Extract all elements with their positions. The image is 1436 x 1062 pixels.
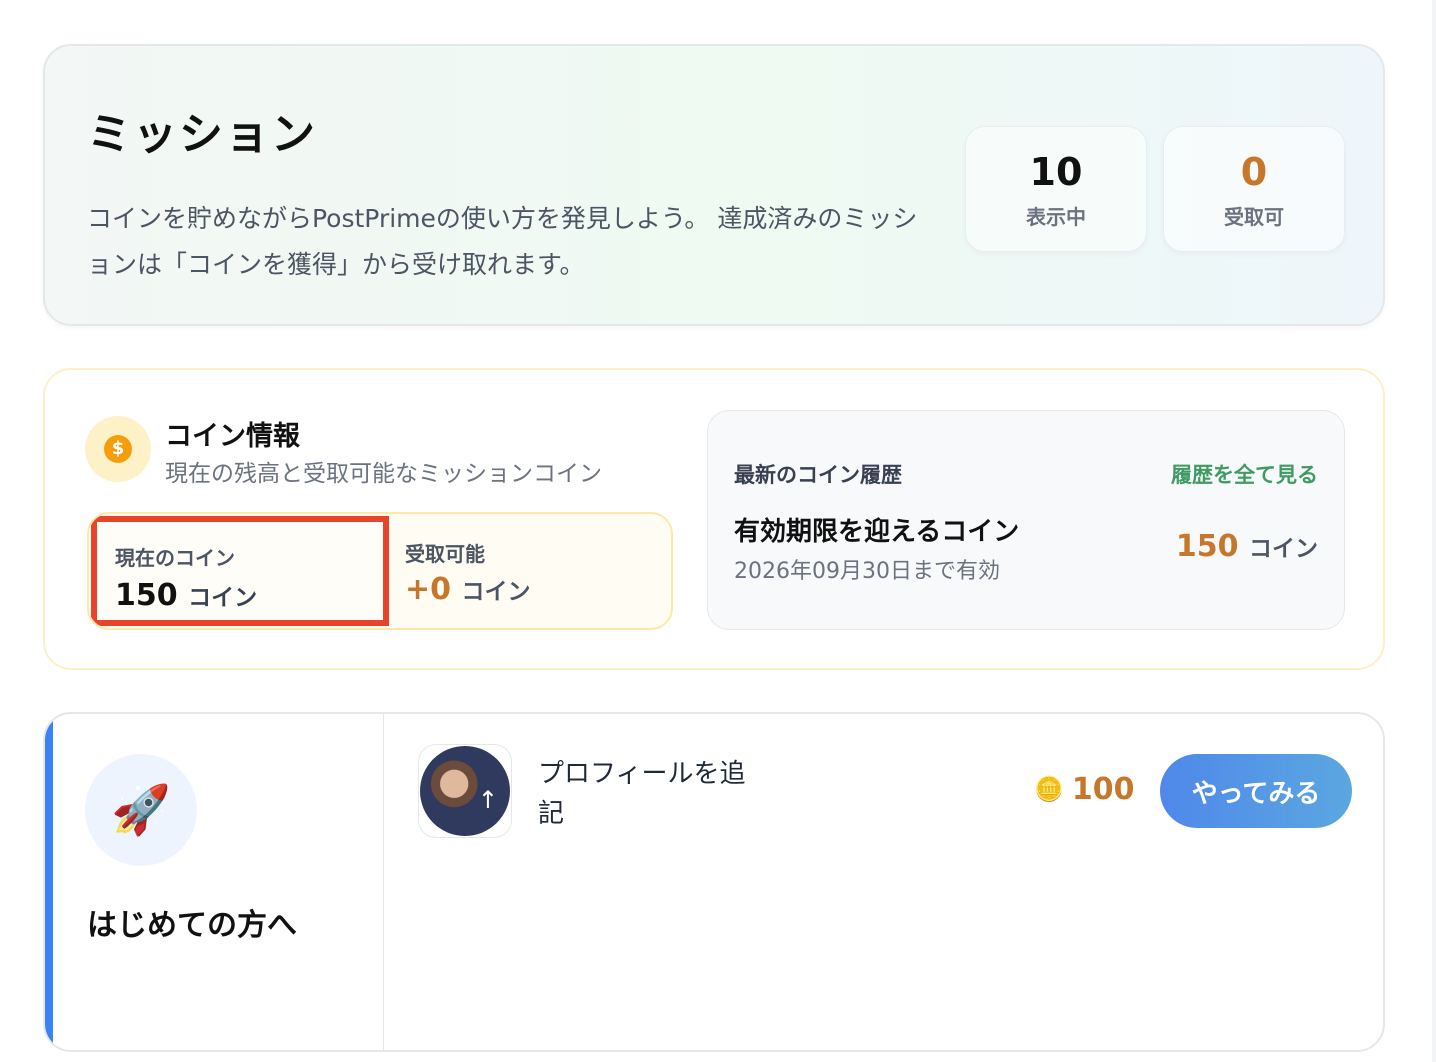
available-coin-box: 受取可能 +0 コイン [389,514,671,628]
coin-stack-icon: 🪙 [1034,775,1064,803]
expiring-coins-title: 有効期限を迎えるコイン [734,517,1020,547]
coin-icon-circle: $ [85,416,151,482]
avatar: ↑ [420,746,510,836]
dollar-coin-icon: $ [104,435,132,463]
expiring-coins-unit: コイン [1249,536,1318,562]
current-coin-label: 現在のコイン [115,546,235,570]
task-title: プロフィールを追記 [538,759,746,829]
current-coin-unit: コイン [188,585,258,611]
available-coin-value: +0 コイン [405,572,530,607]
coin-info-subtitle: 現在の残高と受取可能なミッションコイン [165,461,602,487]
mission-header-card: ミッション コインを貯めながらPostPrimeの使い方を発見しよう。 達成済み… [43,44,1385,326]
stat-claimable-label: 受取可 [1224,205,1284,229]
category-accent-bar [45,714,53,1050]
mission-task-row: ↑ プロフィールを追記 🪙 100 やってみる [384,714,1383,844]
expiring-coins-amount: 150 コイン [1176,529,1318,564]
current-coin-box: 現在のコイン 150 コイン [91,516,389,626]
expiring-coins-date: 2026年09月30日まで有効 [734,559,1000,584]
stat-displayed: 10 表示中 [965,126,1147,252]
rocket-icon: 🚀 [85,754,197,866]
page-title: ミッション [87,109,317,160]
category-panel: 🚀 はじめての方へ [53,714,384,1050]
profile-task-thumbnail: ↑ [418,744,512,838]
task-reward-value: 100 [1071,772,1135,807]
category-title: はじめての方へ [87,908,297,943]
mission-description: コインを貯めながらPostPrimeの使い方を発見しよう。 達成済みのミッション… [87,204,918,279]
view-all-history-link[interactable]: 履歴を全て見る [1171,459,1318,489]
task-reward: 🪙 100 [1034,772,1135,807]
coin-info-card: $ コイン情報 現在の残高と受取可能なミッションコイン 現在のコイン 150 コ… [43,368,1385,670]
current-coin-amount: 150 [115,578,178,613]
stat-claimable-value: 0 [1240,150,1268,194]
available-coin-unit: コイン [461,579,531,605]
available-coin-label: 受取可能 [405,542,485,566]
try-it-button[interactable]: やってみる [1160,754,1352,828]
available-coin-amount: +0 [405,572,452,607]
beginner-missions-card: 🚀 はじめての方へ ↑ プロフィールを追記 🪙 100 やってみる [43,712,1385,1052]
current-coin-value: 150 コイン [115,578,257,613]
upload-arrow-icon: ↑ [477,786,498,814]
stat-displayed-label: 表示中 [1026,205,1086,229]
page-scrollbar[interactable] [1432,0,1436,1062]
balance-panel: 現在のコイン 150 コイン 受取可能 +0 コイン [87,512,673,630]
coin-info-title: コイン情報 [165,421,300,452]
stat-displayed-value: 10 [1029,150,1083,194]
coin-history-title: 最新のコイン履歴 [734,463,902,487]
stat-claimable: 0 受取可 [1163,126,1345,252]
expiring-coins-value: 150 [1175,529,1239,564]
coin-history-panel: 最新のコイン履歴 履歴を全て見る 有効期限を迎えるコイン 2026年09月30日… [707,410,1345,630]
